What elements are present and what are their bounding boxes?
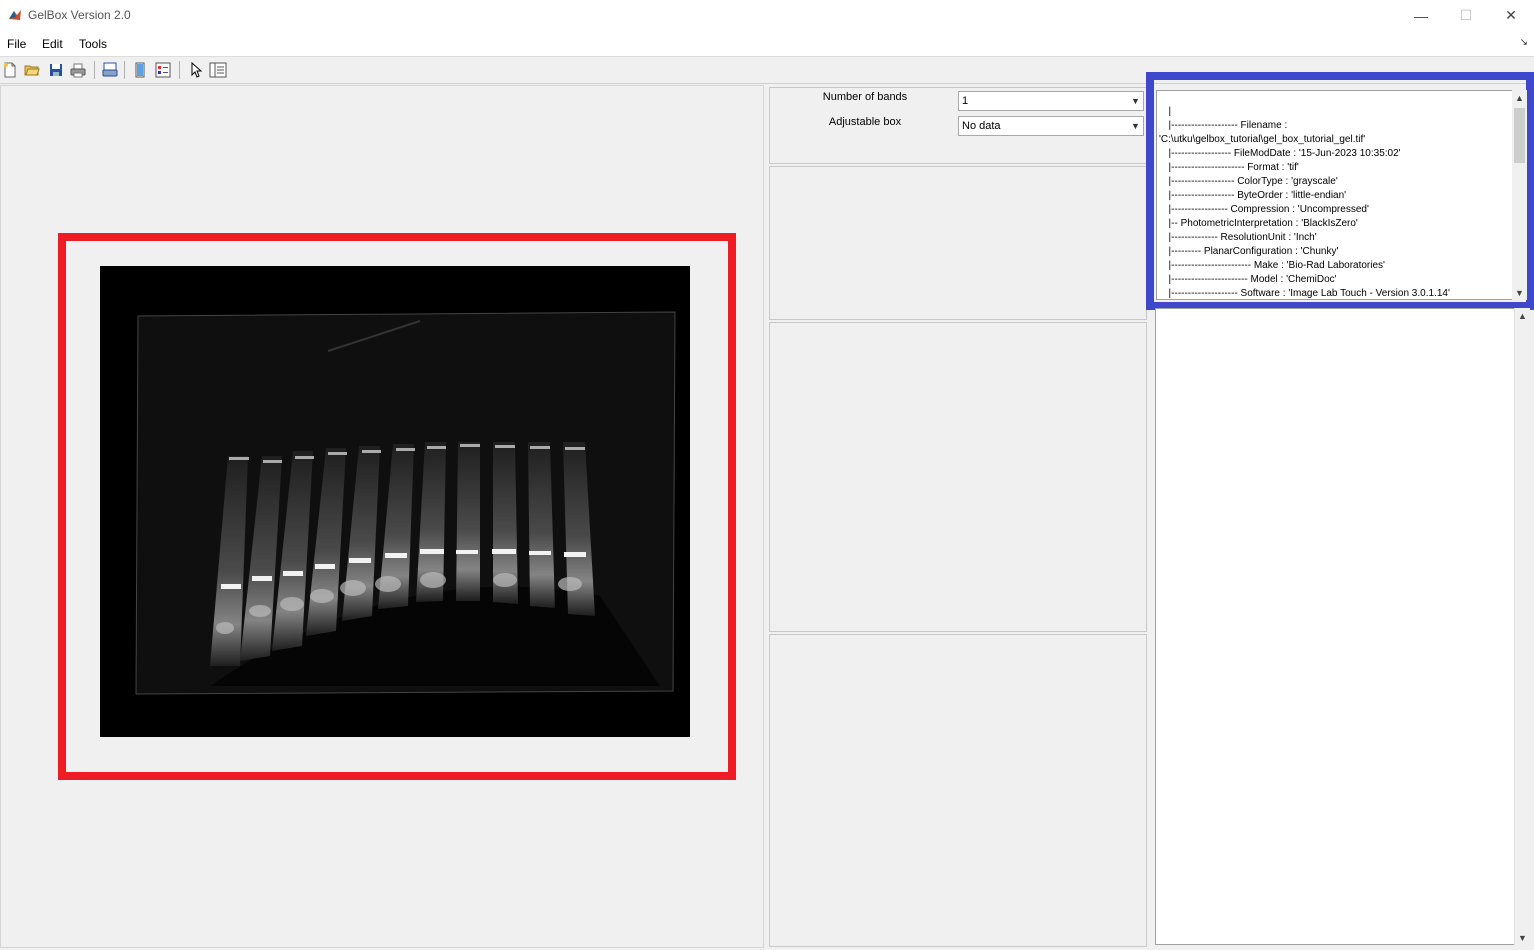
adjustable-box-value: No data bbox=[962, 120, 1001, 132]
info-line: |---------------------- Format : 'tif' bbox=[1163, 162, 1299, 173]
info-line: |----------------------- Model : 'ChemiD… bbox=[1163, 274, 1337, 285]
info-line: |-------------------- Software : 'Image … bbox=[1163, 288, 1450, 299]
band-controls-panel: Number of bands 1 ▼ Adjustable box No da… bbox=[769, 87, 1147, 164]
lower-info-listbox[interactable] bbox=[1155, 308, 1517, 945]
number-of-bands-value: 1 bbox=[962, 95, 969, 107]
scroll-down-icon[interactable]: ▼ bbox=[1512, 285, 1527, 300]
legend-icon[interactable] bbox=[153, 60, 173, 80]
scroll-down-icon[interactable]: ▼ bbox=[1515, 930, 1530, 945]
info-line: |------------------------ Make : 'Bio-Ra… bbox=[1163, 260, 1385, 271]
info-line: |-------------- ResolutionUnit : 'Inch' bbox=[1163, 232, 1317, 243]
number-of-bands-label: Number of bands bbox=[822, 91, 908, 103]
print-icon[interactable] bbox=[68, 60, 88, 80]
lower-info-scrollbar[interactable]: ▲ ▼ bbox=[1514, 308, 1530, 945]
save-icon[interactable] bbox=[46, 60, 66, 80]
image-info-scrollbar[interactable]: ▲ ▼ bbox=[1512, 90, 1527, 300]
info-line: |--------- PlanarConfiguration : 'Chunky… bbox=[1163, 246, 1339, 257]
info-line: |------------------ FileModDate : '15-Ju… bbox=[1163, 148, 1401, 159]
matlab-logo-icon bbox=[8, 8, 22, 22]
gel-image[interactable] bbox=[100, 266, 690, 737]
property-inspector-icon[interactable] bbox=[208, 60, 228, 80]
colorbar-icon[interactable] bbox=[130, 60, 150, 80]
adjustable-box-label: Adjustable box bbox=[828, 116, 902, 128]
menu-tools[interactable]: Tools bbox=[79, 37, 107, 51]
info-line: |------------------- ByteOrder : 'little… bbox=[1163, 190, 1347, 201]
adjustable-box-dropdown[interactable]: No data ▼ bbox=[958, 116, 1144, 136]
info-line: |-- PhotometricInterpretation : 'BlackIs… bbox=[1163, 218, 1358, 229]
gel-image-graphic bbox=[135, 311, 676, 695]
info-line: | bbox=[1163, 106, 1172, 117]
toolbar-separator bbox=[94, 61, 95, 79]
info-line: |----------------- Compression : 'Uncomp… bbox=[1163, 204, 1369, 215]
maximize-button[interactable]: ☐ bbox=[1443, 0, 1489, 31]
window-title: GelBox Version 2.0 bbox=[28, 8, 131, 22]
toolbar-separator bbox=[179, 61, 180, 79]
print-preview-icon[interactable] bbox=[100, 60, 120, 80]
menu-file[interactable]: File bbox=[7, 37, 26, 51]
scroll-thumb[interactable] bbox=[1514, 108, 1525, 163]
number-of-bands-dropdown[interactable]: 1 ▼ bbox=[958, 91, 1144, 111]
info-line: |------------------- ColorType : 'graysc… bbox=[1163, 176, 1338, 187]
menu-bar: File Edit Tools ↘ bbox=[0, 31, 1534, 57]
chevron-down-icon: ▼ bbox=[1131, 96, 1140, 106]
menu-expand-icon[interactable]: ↘ bbox=[1520, 37, 1528, 48]
pointer-icon[interactable] bbox=[186, 60, 206, 80]
box-zoom-panel bbox=[769, 166, 1147, 320]
menu-edit[interactable]: Edit bbox=[42, 37, 63, 51]
toolbar-separator bbox=[124, 61, 125, 79]
density-plot-panel bbox=[769, 322, 1147, 632]
new-file-icon[interactable] bbox=[0, 60, 20, 80]
info-line: 'C:\utku\gelbox_tutorial\gel_box_tutoria… bbox=[1159, 134, 1366, 145]
scroll-up-icon[interactable]: ▲ bbox=[1512, 90, 1527, 105]
minimize-button[interactable]: — bbox=[1398, 0, 1444, 31]
close-button[interactable]: ✕ bbox=[1488, 0, 1534, 31]
band-fit-panel bbox=[769, 634, 1147, 947]
info-line: |-------------------- Filename : bbox=[1163, 120, 1288, 131]
scroll-up-icon[interactable]: ▲ bbox=[1515, 308, 1530, 323]
chevron-down-icon: ▼ bbox=[1131, 121, 1140, 131]
title-bar: GelBox Version 2.0 — ☐ ✕ bbox=[0, 0, 1534, 31]
image-info-listbox[interactable]: | |-------------------- Filename : 'C:\ut… bbox=[1156, 90, 1516, 300]
open-folder-icon[interactable] bbox=[22, 60, 42, 80]
